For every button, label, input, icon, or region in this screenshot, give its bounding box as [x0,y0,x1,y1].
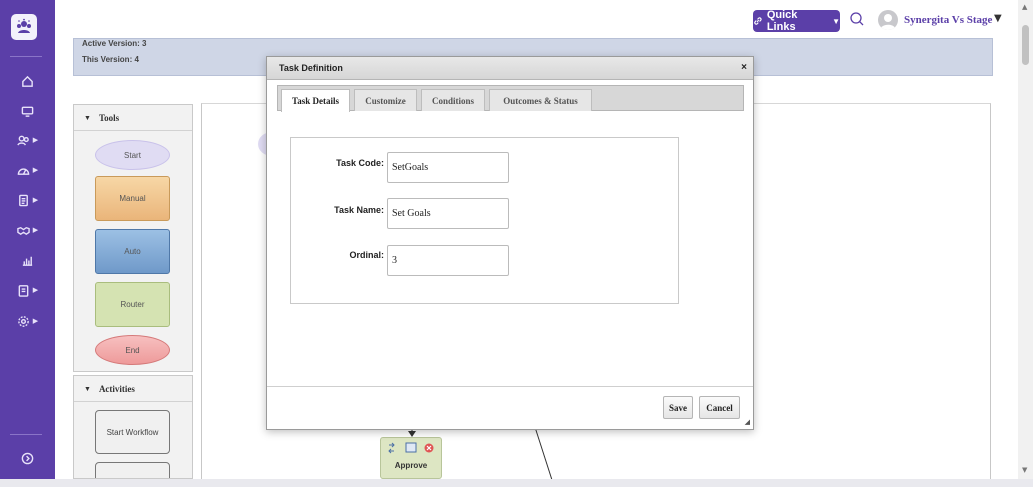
approve-node[interactable]: Approve [380,437,442,479]
sidebar-divider [10,434,42,435]
sidebar-expand-button[interactable] [0,447,55,469]
sidebar-item-desktop[interactable] [0,100,55,122]
node-toolbar [388,442,434,454]
dialog-divider [267,386,753,387]
clipboard-icon [18,284,29,297]
window-icon[interactable] [405,442,417,453]
manual-shape[interactable]: Manual [95,176,170,221]
resize-handle-icon[interactable]: ◢ [745,418,750,426]
chevron-down-icon: ▼ [832,16,840,26]
swap-icon[interactable] [388,442,395,454]
activities-panel-title: Activities [98,383,135,394]
ordinal-input[interactable] [387,245,509,276]
tab-label: Customize [365,95,406,106]
sidebar-item-performance[interactable]: ▶ [0,159,55,181]
sidebar-item-documents[interactable]: ▶ [0,189,55,211]
scroll-up-icon[interactable]: ▲ [1022,3,1027,11]
link-icon [754,17,762,25]
scrollbar-thumb[interactable] [1022,25,1029,65]
approve-node-label: Approve [394,461,428,470]
tab-label: Task Details [292,96,339,106]
cancel-button[interactable]: Cancel [699,396,740,419]
team-logo-icon [17,18,31,33]
vertical-scrollbar[interactable]: ▲ ▼ [1018,0,1033,479]
task-definition-dialog: Task Definition × Task Details Customize… [266,56,754,430]
start-workflow-activity[interactable]: Start Workflow [95,410,170,454]
horizontal-scrollbar[interactable] [0,479,1033,487]
sidebar-item-forms[interactable]: ▶ [0,279,55,301]
tab-outcomes-status[interactable]: Outcomes & Status [489,89,592,111]
task-code-input[interactable] [387,152,509,183]
start-shape[interactable]: Start [95,140,170,170]
sidebar: ▶ ▶ ▶ ▶ ▶ ▶ [0,0,55,487]
gauge-icon [17,167,30,175]
user-avatar-icon [880,14,896,30]
tab-label: Conditions [431,95,475,106]
chevron-right-circle-icon [21,452,34,464]
avatar[interactable] [878,10,898,30]
tools-panel-header[interactable]: ▼ Tools [74,105,192,131]
collapse-triangle-icon: ▼ [84,113,91,122]
scroll-down-icon[interactable]: ▼ [1022,466,1027,474]
this-version-text: This Version: 4 [82,55,139,64]
tab-conditions[interactable]: Conditions [421,89,485,111]
task-name-label: Task Name: [334,205,384,215]
task-details-form: Task Code: Task Name: Ordinal: [290,137,679,304]
bar-chart-icon [22,256,33,266]
tools-panel-title: Tools [98,112,120,123]
close-icon[interactable]: × [741,62,747,73]
sidebar-item-people[interactable]: ▶ [0,129,55,151]
sidebar-divider [10,56,42,57]
app-logo[interactable] [11,14,37,40]
quick-links-label: Quick Links [766,9,798,33]
task-code-label: Task Code: [336,158,384,168]
top-bar: Quick Links ▼ Synergita Vs Stage ▼ [55,0,1018,40]
sidebar-item-settings[interactable]: ▶ [0,310,55,332]
save-button[interactable]: Save [663,396,693,419]
collapse-triangle-icon: ▼ [84,384,91,393]
activity-item[interactable] [95,462,170,478]
home-icon [22,75,33,87]
handshake-icon [17,226,30,235]
sidebar-item-reports[interactable] [0,249,55,271]
ordinal-label: Ordinal: [349,250,384,260]
quick-links-button[interactable]: Quick Links ▼ [753,9,840,33]
chevron-down-icon[interactable]: ▼ [994,13,1002,24]
gear-icon [17,315,29,327]
dialog-title: Task Definition [279,63,343,73]
auto-shape-label: Auto [124,247,141,256]
tab-task-details[interactable]: Task Details [281,89,350,112]
task-name-input[interactable] [387,198,509,229]
dialog-title-bar[interactable]: Task Definition × [267,57,753,80]
monitor-icon [21,106,34,117]
sidebar-item-home[interactable] [0,70,55,92]
manual-shape-label: Manual [119,194,146,203]
active-version-text: Active Version: 3 [82,39,147,48]
auto-shape[interactable]: Auto [95,229,170,274]
sidebar-item-engagement[interactable]: ▶ [0,219,55,241]
router-shape[interactable]: Router [95,282,170,327]
user-name[interactable]: Synergita Vs Stage [904,14,992,26]
tab-bar: Task Details Customize Conditions Outcom… [277,85,744,112]
activities-panel: ▼ Activities Start Workflow [73,375,193,479]
router-shape-label: Router [120,300,145,309]
tab-label: Outcomes & Status [503,95,578,106]
tab-customize[interactable]: Customize [354,89,417,111]
document-icon [18,194,28,206]
start-shape-label: Start [124,150,141,160]
search-icon[interactable] [849,11,865,27]
end-shape[interactable]: End [95,335,170,365]
end-shape-label: End [125,345,140,355]
tools-panel: ▼ Tools Start Manual Auto Router End [73,104,193,372]
people-icon [17,135,29,145]
start-workflow-label: Start Workflow [106,427,159,437]
activities-panel-header[interactable]: ▼ Activities [74,376,192,402]
